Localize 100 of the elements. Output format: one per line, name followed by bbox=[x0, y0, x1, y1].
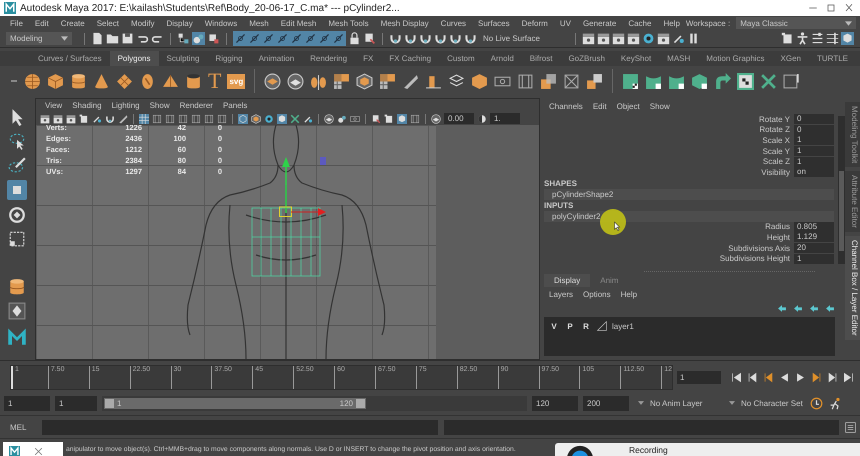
shelf-tab[interactable]: FX Caching bbox=[381, 51, 440, 66]
go-to-end-icon[interactable] bbox=[843, 372, 854, 382]
menu-item[interactable]: Create bbox=[54, 18, 91, 28]
shelf-tab[interactable]: KeyShot bbox=[612, 51, 660, 66]
disc-icon[interactable] bbox=[324, 114, 334, 124]
menu-item[interactable]: Windows bbox=[198, 18, 244, 28]
close-icon[interactable] bbox=[34, 446, 43, 456]
gamma-field[interactable]: 1. bbox=[490, 113, 520, 124]
sliders-icon[interactable] bbox=[826, 32, 839, 45]
attribute-value-field[interactable]: 1 bbox=[794, 146, 834, 156]
human-figure-icon[interactable] bbox=[796, 32, 809, 45]
move-tool-button[interactable] bbox=[6, 180, 26, 200]
range-bar[interactable]: 1 120 bbox=[104, 398, 366, 408]
running-figure-icon[interactable] bbox=[829, 396, 842, 410]
gamma-icon[interactable] bbox=[477, 114, 487, 124]
range-start-field[interactable]: 1 bbox=[55, 396, 97, 410]
menu-item[interactable]: File bbox=[4, 18, 29, 28]
viewport-menu[interactable]: Panels bbox=[218, 101, 252, 110]
cube-icon[interactable] bbox=[277, 114, 287, 124]
frame-icon[interactable] bbox=[178, 114, 188, 124]
viewport-menu[interactable]: Show bbox=[144, 101, 175, 110]
attribute-value-field[interactable]: 0.805 bbox=[794, 222, 834, 232]
layer-editor-tab[interactable]: Display bbox=[544, 274, 590, 287]
attribute-value-field[interactable]: 1 bbox=[794, 156, 834, 167]
shelf-tab[interactable]: Custom bbox=[439, 51, 483, 66]
grid-toggle-icon[interactable] bbox=[139, 114, 149, 124]
frame-icon[interactable] bbox=[191, 114, 201, 124]
clapperboard-icon[interactable] bbox=[627, 32, 640, 45]
cube-icon[interactable] bbox=[251, 114, 261, 124]
shelf-tab[interactable]: Rendering bbox=[302, 51, 356, 66]
extrude-icon[interactable] bbox=[540, 72, 558, 90]
knife-icon[interactable] bbox=[402, 72, 420, 90]
rotate-icon[interactable] bbox=[8, 206, 26, 224]
range-end-field[interactable]: 120 bbox=[532, 396, 578, 410]
folder-icon[interactable] bbox=[106, 32, 119, 45]
layer-menu[interactable]: Help bbox=[616, 290, 642, 298]
uv-cube-icon[interactable] bbox=[691, 72, 708, 90]
play-icon[interactable] bbox=[795, 372, 806, 382]
layer-flag-toggle[interactable]: V bbox=[548, 322, 560, 330]
side-tab[interactable]: Modeling Toolkit bbox=[845, 102, 860, 168]
current-frame-field[interactable]: 1 bbox=[677, 370, 721, 384]
save-icon[interactable] bbox=[121, 32, 134, 45]
shelf-tab[interactable]: Arnold bbox=[482, 51, 522, 66]
frame-icon[interactable] bbox=[517, 72, 534, 90]
component-select-icon[interactable] bbox=[207, 32, 220, 45]
attribute-value-field[interactable]: on bbox=[794, 167, 834, 178]
step-forward-icon[interactable] bbox=[827, 372, 838, 382]
menu-item[interactable]: Generate bbox=[576, 18, 622, 28]
menu-item[interactable]: Mesh Display bbox=[374, 18, 435, 28]
play-backward-icon[interactable] bbox=[779, 372, 790, 382]
script-editor-icon[interactable] bbox=[845, 422, 856, 432]
attribute-value-field[interactable]: 0 bbox=[794, 124, 834, 135]
layer-menu[interactable]: Options bbox=[578, 290, 616, 298]
attribute-value-field[interactable]: 0 bbox=[794, 114, 834, 124]
taskbar-window-thumbnail[interactable] bbox=[3, 442, 63, 456]
channel-box-menu[interactable]: Show bbox=[644, 102, 675, 110]
menu-item[interactable]: Help bbox=[657, 18, 686, 28]
channel-box-menu[interactable]: Object bbox=[612, 102, 645, 110]
step-back-key-icon[interactable] bbox=[763, 372, 774, 382]
shelf-tab[interactable]: XGen bbox=[772, 51, 810, 66]
menu-item[interactable]: Deform bbox=[516, 18, 554, 28]
grid-icon[interactable] bbox=[333, 72, 350, 90]
attribute-value-field[interactable]: 1.129 bbox=[794, 232, 834, 242]
node-name[interactable]: pCylinderShape2 bbox=[544, 188, 834, 200]
key-clock-icon[interactable] bbox=[810, 396, 823, 410]
attribute-value-field[interactable]: 1 bbox=[794, 135, 834, 146]
disc-icon[interactable] bbox=[287, 72, 304, 90]
frame-icon[interactable] bbox=[217, 114, 227, 124]
disc-icon[interactable] bbox=[264, 72, 282, 90]
clapperboard-icon[interactable] bbox=[582, 32, 595, 45]
lasso-select-icon[interactable] bbox=[8, 132, 26, 150]
menu-item[interactable]: Display bbox=[160, 18, 199, 28]
shelf-tab[interactable]: Motion Graphics bbox=[698, 51, 773, 66]
frame-icon[interactable] bbox=[410, 114, 420, 124]
start-frame-field[interactable]: 1 bbox=[4, 396, 50, 410]
grid-icon[interactable] bbox=[379, 72, 396, 90]
layer-menu[interactable]: Layers bbox=[544, 290, 578, 298]
cube-icon[interactable] bbox=[397, 114, 407, 124]
step-back-icon[interactable] bbox=[747, 372, 758, 382]
menu-item[interactable]: Mesh Tools bbox=[322, 18, 375, 28]
exposure-field[interactable]: 0.00 bbox=[444, 113, 474, 124]
sphere-icon[interactable] bbox=[24, 72, 41, 90]
wireframe-shading-icon[interactable] bbox=[238, 114, 248, 124]
menu-item[interactable]: Edit bbox=[28, 18, 55, 28]
uv-arrow-icon[interactable] bbox=[714, 72, 732, 90]
panel-layout-icon[interactable] bbox=[781, 32, 794, 45]
record-button-icon[interactable] bbox=[565, 445, 595, 456]
frame-icon[interactable] bbox=[165, 114, 175, 124]
text-tool-glyph[interactable]: T bbox=[208, 71, 222, 91]
viewport-menu[interactable]: Renderer bbox=[174, 101, 218, 110]
hierarchy-icon[interactable] bbox=[177, 32, 190, 45]
pyramid-icon[interactable] bbox=[162, 72, 179, 90]
range-handle[interactable] bbox=[105, 398, 114, 408]
uv-split-icon[interactable] bbox=[783, 72, 800, 90]
channel-box-menu[interactable]: Edit bbox=[588, 102, 612, 110]
command-input-field[interactable] bbox=[42, 420, 438, 434]
cube-icon[interactable] bbox=[47, 72, 64, 90]
node-name[interactable]: polyCylinder2 bbox=[544, 210, 834, 222]
diamond-icon[interactable] bbox=[116, 72, 133, 90]
square-icon[interactable] bbox=[586, 72, 604, 90]
